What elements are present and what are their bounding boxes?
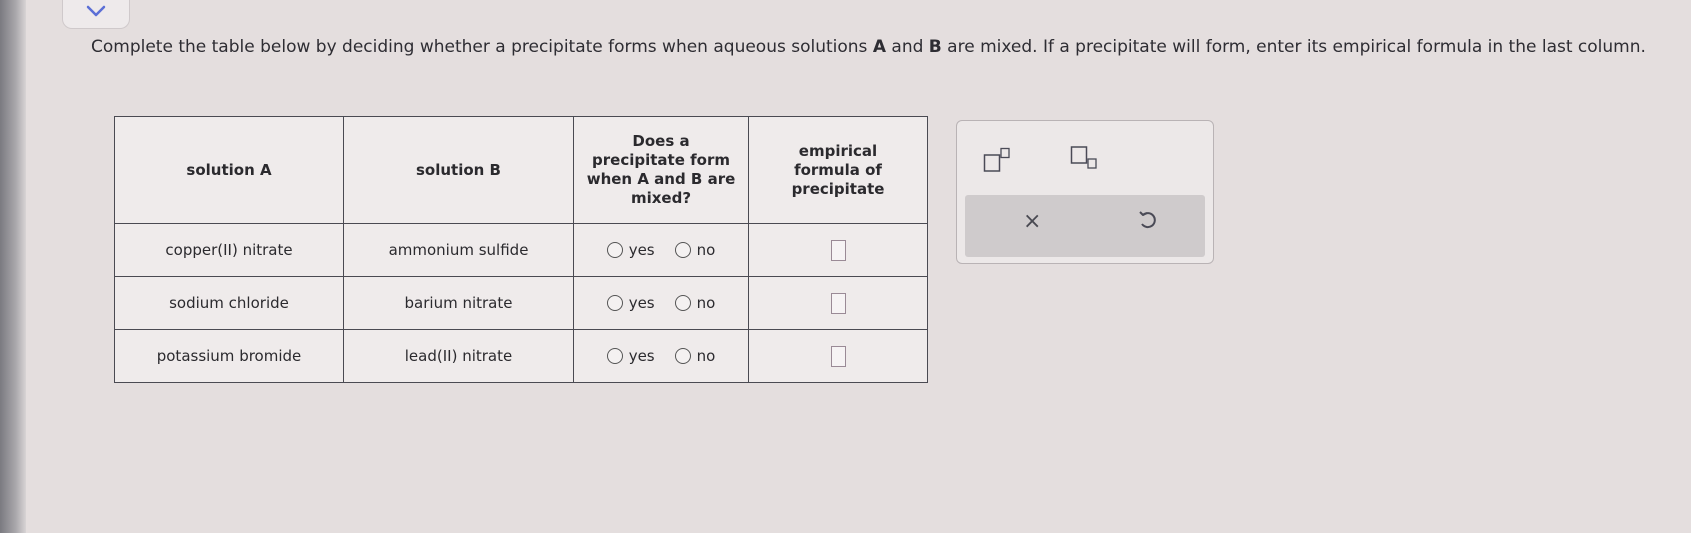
- solution-a-cell: sodium chloride: [114, 276, 344, 330]
- subscript-button[interactable]: [1070, 145, 1098, 175]
- solution-b-cell: lead(II) nitrate: [343, 329, 574, 383]
- yes-radio-option[interactable]: yes: [606, 241, 655, 259]
- formula-input[interactable]: [830, 292, 846, 314]
- formula-cell: [748, 329, 928, 383]
- tool-row: [957, 121, 1213, 195]
- precipitate-table: solution A solution B Does a precipitate…: [114, 116, 928, 383]
- yes-radio-option[interactable]: yes: [606, 347, 655, 365]
- yes-label: yes: [628, 294, 655, 312]
- solution-a-cell: copper(II) nitrate: [114, 223, 344, 277]
- no-label: no: [696, 241, 716, 259]
- precipitate-choice-cell: yes no: [573, 223, 749, 277]
- undo-button[interactable]: [1137, 209, 1159, 237]
- undo-icon: [1139, 211, 1156, 229]
- formula-cell: [748, 276, 928, 330]
- radio-button[interactable]: [674, 348, 691, 364]
- header-empirical-formula: empirical formula of precipitate: [748, 116, 928, 224]
- header-precipitate-question: Does a precipitate form when A and B are…: [573, 116, 749, 224]
- yes-radio-option[interactable]: yes: [606, 294, 655, 312]
- yes-label: yes: [628, 241, 655, 259]
- table-row: copper(II) nitrate ammonium sulfide yes …: [114, 223, 928, 277]
- no-radio-option[interactable]: no: [674, 241, 716, 259]
- table-row: sodium chloride barium nitrate yes no: [114, 276, 928, 330]
- no-radio-option[interactable]: no: [674, 347, 716, 365]
- chevron-down-icon: [86, 5, 106, 17]
- radio-button[interactable]: [674, 295, 691, 311]
- clear-button[interactable]: ×: [1023, 209, 1041, 234]
- solution-b-cell: barium nitrate: [343, 276, 574, 330]
- collapse-toggle[interactable]: [62, 0, 130, 29]
- formula-input[interactable]: [830, 345, 846, 367]
- yes-label: yes: [628, 347, 655, 365]
- table-header-row: solution A solution B Does a precipitate…: [114, 116, 928, 224]
- window-left-edge: [0, 0, 26, 533]
- formula-cell: [748, 223, 928, 277]
- radio-button[interactable]: [606, 348, 623, 364]
- header-solution-a: solution A: [114, 116, 344, 224]
- table-row: potassium bromide lead(II) nitrate yes n…: [114, 329, 928, 383]
- radio-button[interactable]: [674, 242, 691, 258]
- precipitate-choice-cell: yes no: [573, 329, 749, 383]
- radio-button[interactable]: [606, 295, 623, 311]
- solution-a-cell: potassium bromide: [114, 329, 344, 383]
- precipitate-choice-cell: yes no: [573, 276, 749, 330]
- radio-button[interactable]: [606, 242, 623, 258]
- formula-input[interactable]: [830, 239, 846, 261]
- superscript-button[interactable]: [983, 147, 1011, 177]
- no-radio-option[interactable]: no: [674, 294, 716, 312]
- subscript-icon: [1070, 146, 1097, 169]
- no-label: no: [696, 347, 716, 365]
- question-instructions: Complete the table below by deciding whe…: [91, 37, 1646, 57]
- header-solution-b: solution B: [343, 116, 574, 224]
- no-label: no: [696, 294, 716, 312]
- solution-b-cell: ammonium sulfide: [343, 223, 574, 277]
- tool-action-bar: ×: [965, 195, 1205, 257]
- superscript-icon: [983, 147, 1010, 172]
- math-tool-panel: ×: [956, 120, 1214, 264]
